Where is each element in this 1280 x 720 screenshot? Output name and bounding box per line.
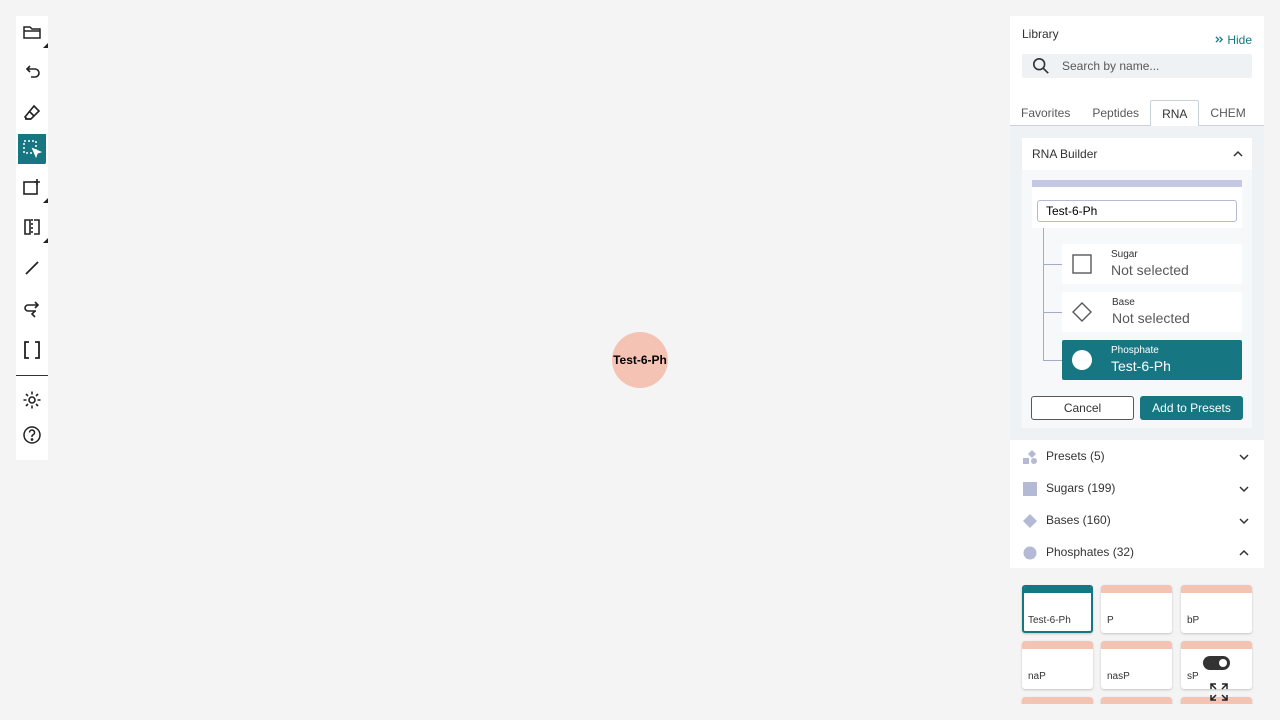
tab-favorites[interactable]: Favorites [1010, 100, 1081, 126]
double-chevron-right-icon [1215, 33, 1224, 47]
tree-branch [1043, 264, 1062, 265]
card-strip [1101, 641, 1172, 649]
add-monomer-icon[interactable] [18, 173, 48, 203]
sugar-square-icon [1072, 254, 1092, 274]
library-title: Library [1022, 27, 1059, 41]
tree-line [1043, 228, 1044, 360]
add-to-presets-button[interactable]: Add to Presets [1140, 396, 1243, 420]
monomer-card[interactable]: Test-6-Ph [1022, 585, 1093, 633]
monomer-card[interactable]: bP [1181, 585, 1252, 633]
presets-label: Presets (5) [1046, 449, 1105, 463]
antisense-icon[interactable] [18, 295, 46, 323]
chevron-down-icon [1239, 454, 1249, 461]
sugar-slot[interactable]: Sugar Not selected [1062, 244, 1242, 284]
base-label: Base [1112, 297, 1135, 308]
card-strip [1181, 641, 1252, 649]
presets-group[interactable]: Presets (5) [1010, 440, 1264, 472]
erase-icon[interactable] [18, 99, 46, 127]
tab-rna[interactable]: RNA [1150, 100, 1200, 127]
base-diamond-icon [1072, 302, 1092, 322]
phosphate-value: Test-6-Ph [1111, 358, 1171, 374]
phosphates-label: Phosphates (32) [1046, 545, 1135, 559]
undo-icon[interactable] [18, 58, 46, 86]
card-strip [1022, 641, 1093, 649]
bases-group[interactable]: Bases (160) [1010, 504, 1264, 536]
left-toolbar [16, 16, 48, 460]
brackets-icon[interactable] [18, 336, 46, 364]
settings-icon[interactable] [18, 386, 46, 414]
rna-builder: RNA Builder Sugar Not selected Base [1022, 138, 1252, 428]
phosphate-slot[interactable]: Phosphate Test-6-Ph [1062, 340, 1242, 380]
toolbar-divider [16, 375, 48, 376]
phosphates-group[interactable]: Phosphates (32) [1010, 536, 1264, 568]
toggle-switch[interactable] [1203, 656, 1230, 670]
sugars-label: Sugars (199) [1046, 481, 1116, 495]
rna-builder-area: RNA Builder Sugar Not selected Base [1010, 126, 1264, 440]
phosphates-circle-icon [1023, 546, 1037, 560]
cancel-button[interactable]: Cancel [1031, 396, 1134, 420]
base-value: Not selected [1112, 310, 1190, 326]
chevron-up-icon [1239, 549, 1249, 556]
chevron-down-icon [1239, 518, 1249, 525]
card-strip [1022, 697, 1093, 704]
card-name: nasP [1107, 671, 1130, 682]
builder-name-panel [1032, 180, 1242, 228]
flip-icon[interactable] [18, 213, 48, 243]
card-strip [1024, 587, 1091, 593]
help-icon[interactable] [18, 421, 46, 449]
library-tabs: Favorites Peptides RNA CHEM [1010, 100, 1264, 127]
card-name: sP [1187, 671, 1199, 682]
phosphate-monomer[interactable]: Test-6-Ph [612, 332, 668, 388]
rna-builder-body: Sugar Not selected Base Not selected Pho… [1022, 170, 1252, 428]
chevron-up-icon[interactable] [1232, 148, 1244, 160]
sugar-label: Sugar [1111, 249, 1138, 260]
monomer-card[interactable]: nasP [1101, 641, 1172, 689]
card-name: Test-6-Ph [1028, 615, 1071, 626]
card-name: P [1107, 615, 1114, 626]
sugar-value: Not selected [1111, 262, 1189, 278]
tree-branch [1043, 360, 1062, 361]
sugars-group[interactable]: Sugars (199) [1010, 472, 1264, 504]
open-file-icon[interactable] [18, 18, 48, 48]
search-box [1022, 54, 1252, 78]
tab-peptides[interactable]: Peptides [1081, 100, 1150, 126]
preset-name-input[interactable] [1037, 200, 1237, 222]
canvas[interactable]: Test-6-Ph [48, 0, 1010, 720]
monomer-card[interactable] [1101, 697, 1172, 704]
hide-library-button[interactable]: Hide [1215, 33, 1252, 47]
presets-icon [1023, 450, 1037, 464]
library-panel: Library Hide Favorites Peptides RNA CHEM… [1010, 16, 1264, 704]
phosphate-label: Phosphate [1111, 345, 1159, 356]
monomer-card[interactable] [1022, 697, 1093, 704]
phosphate-circle-icon [1072, 350, 1092, 370]
search-input[interactable] [1062, 59, 1242, 73]
hide-label: Hide [1227, 33, 1252, 47]
tree-branch [1043, 312, 1062, 313]
bases-diamond-icon [1023, 514, 1037, 528]
tab-chem[interactable]: CHEM [1199, 100, 1256, 126]
expand-icon[interactable] [1209, 682, 1229, 702]
sugars-square-icon [1023, 482, 1037, 496]
base-slot[interactable]: Base Not selected [1062, 292, 1242, 332]
rna-builder-title: RNA Builder [1032, 147, 1098, 161]
card-strip [1101, 585, 1172, 593]
bases-label: Bases (160) [1046, 513, 1111, 527]
select-rectangle-icon[interactable] [18, 134, 48, 166]
chevron-down-icon [1239, 486, 1249, 493]
single-bond-icon[interactable] [18, 254, 46, 282]
monomer-card[interactable]: P [1101, 585, 1172, 633]
card-name: naP [1028, 671, 1046, 682]
search-icon [1032, 57, 1049, 74]
card-strip [1101, 697, 1172, 704]
card-name: bP [1187, 615, 1200, 626]
monomer-card[interactable]: naP [1022, 641, 1093, 689]
card-strip [1181, 585, 1252, 593]
